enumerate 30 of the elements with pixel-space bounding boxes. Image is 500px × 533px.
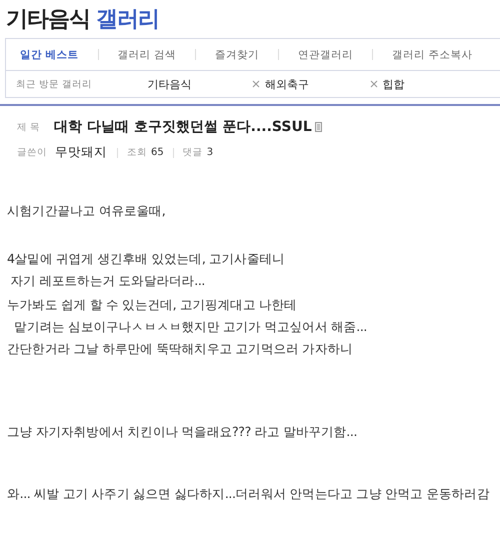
body-text-line: 누가봐도 쉽게 할 수 있는건데, 고기핑계대고 나한테 xyxy=(7,296,298,314)
body-text-line: 그냥 자기자취방에서 치킨이나 먹을래요??? 라고 말바꾸기함... xyxy=(7,423,358,441)
body-text-line: 시험기간끝나고 여유로울때, xyxy=(7,202,166,220)
nav-tab[interactable]: 즐겨찾기 xyxy=(215,48,259,62)
post-title: 대학 다닐때 호구짓했던썰 푼다....SSUL xyxy=(54,118,312,136)
nav-tab[interactable]: 갤러리 주소복사 xyxy=(392,48,472,62)
nav-tab[interactable]: 일간 베스트 xyxy=(20,48,79,62)
recent-gallery-link[interactable]: 기타음식 xyxy=(148,76,192,92)
close-icon[interactable] xyxy=(370,80,378,88)
close-icon[interactable] xyxy=(252,80,260,88)
body-text-line: 4살밑에 귀엽게 생긴후배 있었는데, 고기사줄테니 xyxy=(7,250,286,268)
nav-tab[interactable]: 갤러리 검색 xyxy=(118,48,176,62)
body-text-line: 간단한거라 그날 하루만에 뚝딱해치우고 고기먹으러 가자하니 xyxy=(7,340,354,358)
recent-label: 최근 방문 갤러리 xyxy=(16,78,94,90)
nav-tab[interactable]: 연관갤러리 xyxy=(298,48,353,62)
views-label: 조회 xyxy=(127,146,147,159)
views-count: 65 xyxy=(151,147,164,158)
gallery-label: 갤러리 xyxy=(96,6,159,34)
body-text-line: 와... 씨발 고기 사주기 싫으면 싫다하지...더러워서 안먹는다고 그냥 안먹고 운동하러감 xyxy=(7,485,490,503)
comments-count: 3 xyxy=(206,147,214,158)
gallery-name: 기타음식 xyxy=(6,6,90,34)
subject-label: 제 목 xyxy=(17,120,40,134)
recent-gallery-link[interactable]: 해외축구 xyxy=(265,76,310,92)
document-icon xyxy=(314,122,322,132)
writer-name[interactable]: 무맛돼지 xyxy=(55,144,107,161)
body-text-line: 맡기려는 심보이구나ㅅㅂㅅㅂ했지만 고기가 먹고싶어서 해줌... xyxy=(13,318,368,336)
writer-label: 글쓴이 xyxy=(17,146,47,159)
body-text-line: 자기 레포트하는거 도와달라더라... xyxy=(10,272,206,290)
comments-label: 댓글 xyxy=(182,146,203,159)
recent-gallery-link[interactable]: 힙합 xyxy=(382,76,405,92)
